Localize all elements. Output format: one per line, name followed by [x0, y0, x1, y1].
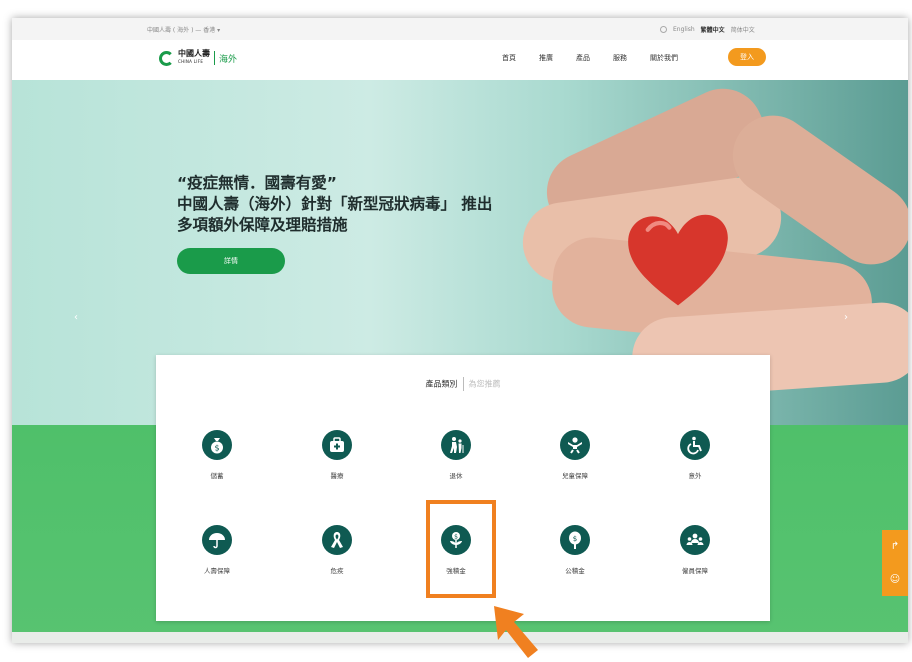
logo-mark-icon	[159, 50, 174, 66]
category-critical-illness[interactable]: 危疾	[297, 525, 377, 575]
share-icon[interactable]: ↱	[882, 530, 908, 563]
nav-about[interactable]: 關於我們	[650, 53, 678, 63]
hero-title-line2: 中國人壽（海外）針對「新型冠狀病毒」 推出多項額外保障及理賠措施	[177, 195, 493, 234]
elderly-icon	[450, 437, 464, 453]
browser-window: 中國人壽 ( 海外 ) — 香港 ▾ English 繁體中文 简体中文 中國人…	[12, 18, 908, 643]
tab-product-categories[interactable]: 產品類別	[426, 380, 458, 389]
site-header: 中國人壽 CHINA LIFE 海外 首頁 推廣 產品 服務 關於我們 登入	[12, 40, 908, 80]
category-accident[interactable]: 意外	[655, 430, 735, 480]
category-employee-protection[interactable]: 僱員保障	[655, 525, 735, 575]
umbrella-icon	[209, 533, 225, 549]
child-icon	[568, 437, 582, 454]
category-life-protection[interactable]: 人壽保障	[177, 525, 257, 575]
logo[interactable]: 中國人壽 CHINA LIFE 海外	[159, 50, 237, 66]
customer-service-icon[interactable]: ☺	[882, 563, 908, 596]
hero-title: “疫症無情．國壽有愛” 中國人壽（海外）針對「新型冠狀病毒」 推出多項額外保障及…	[177, 173, 497, 236]
logo-sub: 海外	[219, 54, 238, 65]
money-bag-icon: $	[211, 438, 223, 454]
lang-english[interactable]: English	[673, 26, 695, 33]
highlight-box	[426, 500, 496, 598]
category-label: 人壽保障	[204, 567, 230, 575]
bottom-strip	[12, 632, 908, 643]
category-provident-fund[interactable]: $ 公積金	[535, 525, 615, 575]
category-savings[interactable]: $ 儲蓄	[177, 430, 257, 480]
nav-products[interactable]: 產品	[576, 53, 590, 63]
details-button[interactable]: 詳情	[177, 248, 285, 274]
carousel-prev-icon[interactable]: ‹	[74, 312, 78, 323]
logo-en: CHINA LIFE	[178, 59, 204, 64]
pointer-arrow-icon	[494, 606, 538, 658]
card-tabs: 產品類別 為您推薦	[156, 377, 770, 391]
utility-bar: 中國人壽 ( 海外 ) — 香港 ▾ English 繁體中文 简体中文	[12, 18, 908, 40]
nav-promotions[interactable]: 推廣	[539, 53, 553, 63]
category-label: 退休	[449, 472, 463, 480]
category-medical[interactable]: 醫療	[297, 430, 377, 480]
category-label: 意外	[688, 472, 702, 480]
category-label: 兒童保障	[562, 472, 588, 480]
svg-text:$: $	[214, 444, 219, 453]
category-label: 醫療	[330, 472, 344, 480]
medical-kit-icon	[330, 437, 344, 452]
wheelchair-icon	[687, 436, 702, 455]
lang-simplified-chinese[interactable]: 简体中文	[731, 25, 755, 34]
nav-home[interactable]: 首頁	[502, 53, 516, 63]
category-label: 僱員保障	[682, 567, 708, 575]
category-label: 危疾	[330, 567, 344, 575]
login-button[interactable]: 登入	[728, 48, 766, 66]
nav-services[interactable]: 服務	[613, 53, 627, 63]
ribbon-icon	[331, 532, 343, 548]
svg-text:$: $	[573, 535, 577, 543]
tab-recommended[interactable]: 為您推薦	[469, 380, 501, 389]
region-selector[interactable]: 中國人壽 ( 海外 ) — 香港 ▾	[147, 25, 220, 34]
search-icon[interactable]	[660, 26, 667, 33]
employees-icon	[686, 533, 704, 545]
carousel-next-icon[interactable]: ›	[844, 312, 848, 323]
logo-cn: 中國人壽	[178, 49, 210, 58]
category-retirement[interactable]: 退休	[416, 430, 496, 480]
lang-traditional-chinese[interactable]: 繁體中文	[701, 25, 725, 34]
money-tree-icon: $	[569, 531, 581, 549]
floating-toolbar: ↱ ☺	[882, 530, 908, 596]
category-label: 儲蓄	[210, 472, 224, 480]
heart-icon	[628, 214, 728, 306]
category-child-protection[interactable]: 兒童保障	[535, 430, 615, 480]
main-nav: 首頁 推廣 產品 服務 關於我們	[502, 53, 678, 63]
category-label: 公積金	[565, 567, 585, 575]
hero-title-line1: “疫症無情．國壽有愛”	[177, 174, 337, 192]
